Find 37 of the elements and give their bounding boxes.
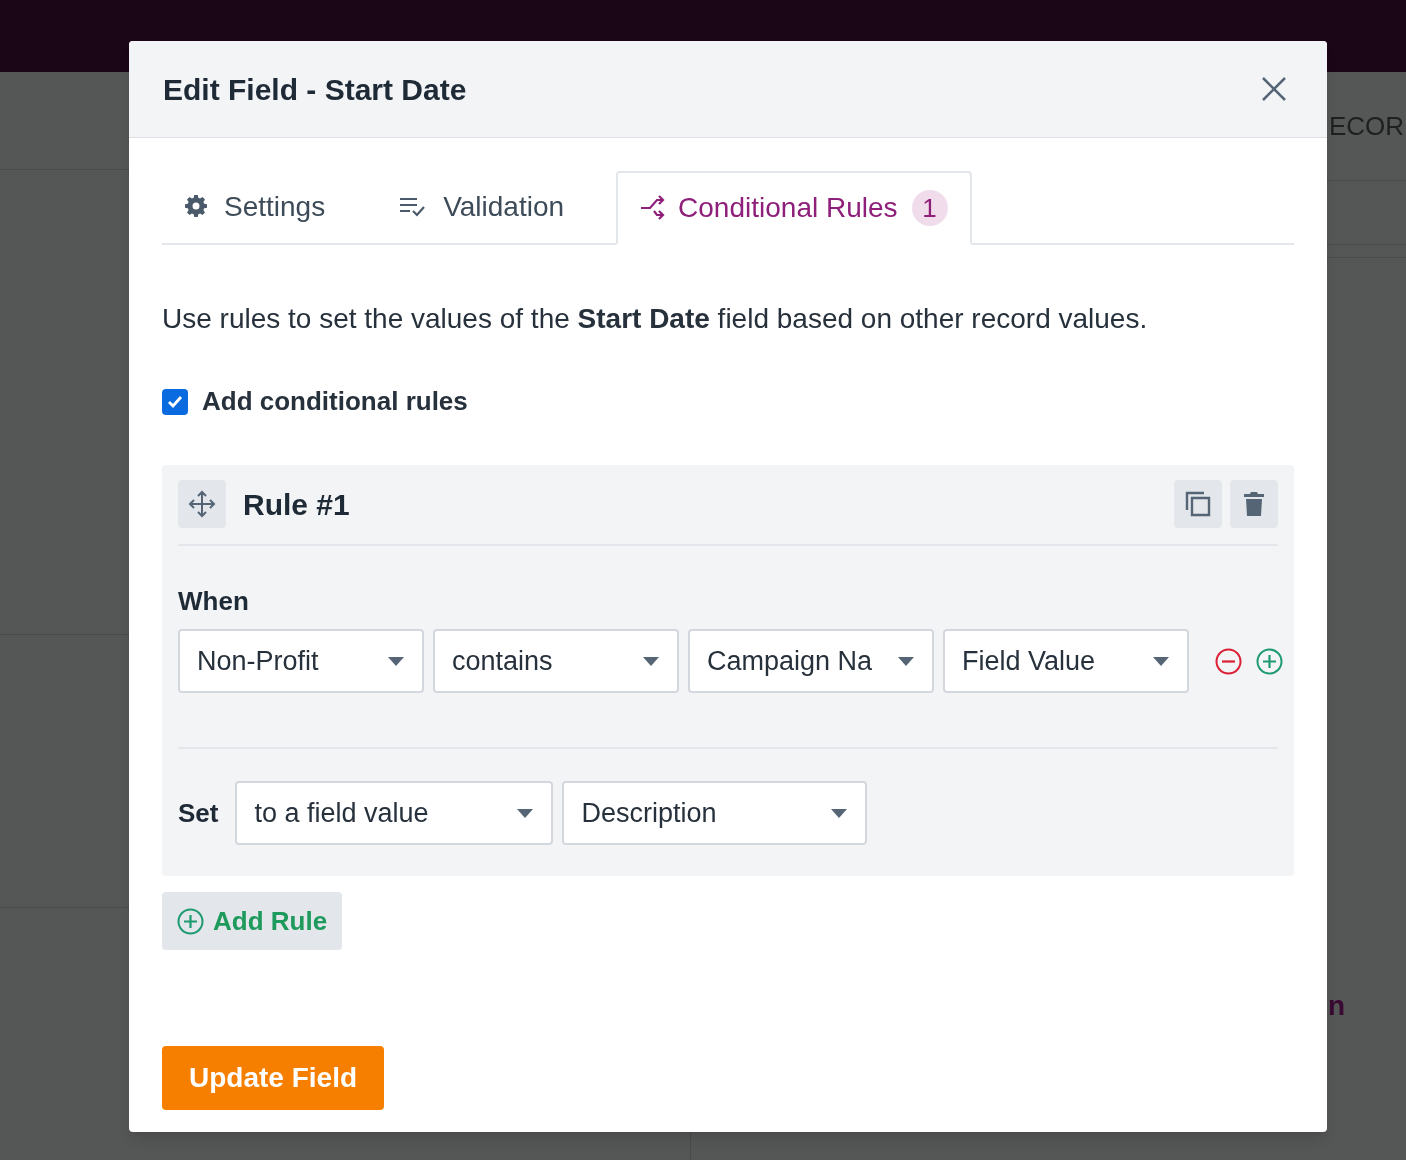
set-label: Set xyxy=(178,796,219,830)
plus-circle-icon xyxy=(177,907,204,935)
tab[interactable]: Conditional Rules 1 xyxy=(616,171,972,245)
branch-arrow-icon xyxy=(640,195,667,221)
checkbox[interactable] xyxy=(162,388,188,415)
caret-icon xyxy=(1153,656,1169,666)
count-badge: 1 xyxy=(911,190,948,226)
checkbox-label: Add conditional rules xyxy=(202,385,468,418)
dropdown[interactable]: Description xyxy=(562,781,868,845)
dropdown[interactable]: to a field value xyxy=(235,781,554,845)
trash-icon xyxy=(1244,491,1264,517)
plus-circle-icon xyxy=(1256,647,1283,675)
move-icon xyxy=(188,490,216,518)
duplicate-button[interactable] xyxy=(1174,480,1222,528)
dropdown[interactable]: contains xyxy=(433,629,679,693)
when-label: When xyxy=(178,585,250,618)
delete-button[interactable] xyxy=(1230,480,1278,528)
dialog-title: Edit Field - Start Date xyxy=(163,71,467,108)
caret-icon xyxy=(898,656,914,666)
caret-icon xyxy=(831,808,848,818)
caret-icon xyxy=(388,656,404,666)
tab[interactable]: Validation xyxy=(377,171,587,243)
close-icon xyxy=(1261,76,1287,102)
caret-icon xyxy=(643,656,659,666)
background-text: n xyxy=(1328,989,1346,1023)
description: Use rules to set the values of the Start Date field based on other record values. xyxy=(162,302,1149,336)
minus-circle-icon xyxy=(1215,647,1242,675)
dropdown[interactable]: Field Value xyxy=(943,629,1189,693)
dropdown[interactable]: Non-Profit xyxy=(178,629,424,693)
rule-title: Rule #1 xyxy=(243,486,350,523)
remove-condition-button[interactable] xyxy=(1215,647,1242,675)
add-condition-button[interactable] xyxy=(1256,647,1283,675)
drag-handle[interactable] xyxy=(178,480,226,528)
tab[interactable]: Settings xyxy=(162,171,348,243)
copy-icon xyxy=(1184,490,1212,518)
caret-icon xyxy=(517,808,534,818)
dropdown[interactable]: Campaign Na xyxy=(688,629,934,693)
